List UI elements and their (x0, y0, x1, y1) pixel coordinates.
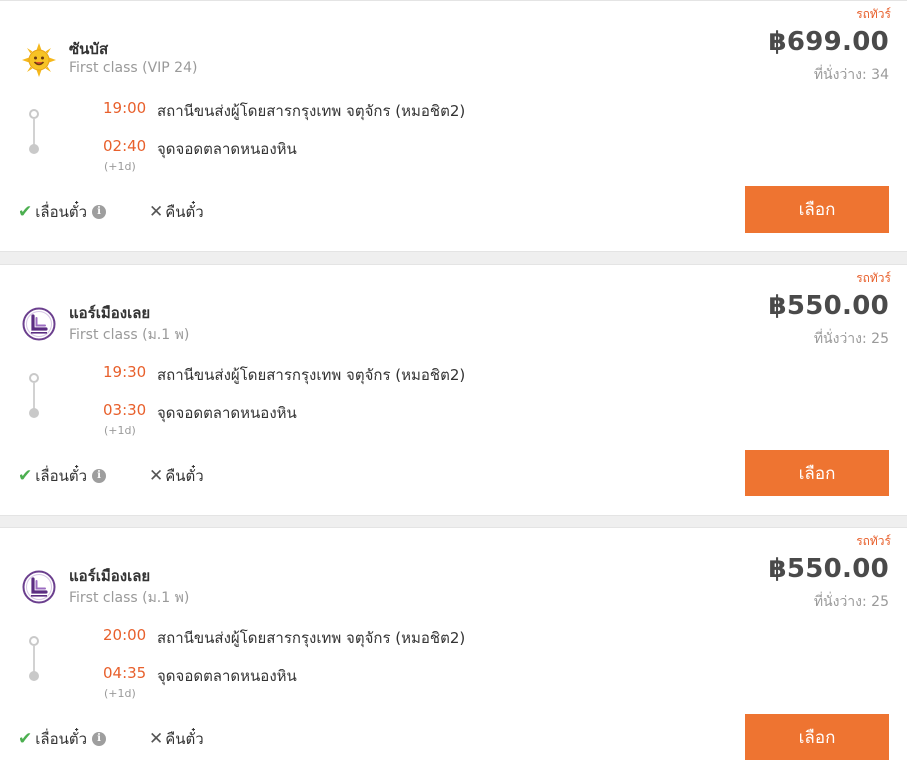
select-button[interactable]: เลือก (745, 714, 889, 760)
trip-type-tag: รถทัวร์ (856, 271, 891, 285)
sun-logo-icon (22, 43, 56, 77)
cross-icon: ✕ (149, 202, 164, 222)
departure-place: สถานีขนส่งผู้โดยสารกรุงเทพ จตุจักร (หมอช… (157, 102, 466, 120)
bus-class: First class (ม.1 พ) (69, 590, 190, 606)
refund-ticket-option: ✕ คืนตั๋ว (149, 200, 204, 224)
arrival-place: จุดจอดตลาดหนองหิน (157, 140, 297, 158)
bus-class: First class (ม.1 พ) (69, 327, 190, 343)
change-ticket-option: ✔ เลื่อนตั๋ว i (18, 200, 106, 224)
seats-available: ที่นั่งว่าง: 25 (813, 331, 889, 347)
route-line (33, 646, 35, 674)
route-line (33, 119, 35, 147)
refund-ticket-option: ✕ คืนตั๋ว (149, 727, 204, 751)
bus-class: First class (VIP 24) (69, 60, 198, 76)
arrival-time: 02:40 (103, 137, 147, 155)
route-timeline (29, 373, 39, 418)
change-ticket-option: ✔ เลื่อนตั๋ว i (18, 727, 106, 751)
change-ticket-label: เลื่อนตั๋ว (35, 730, 87, 748)
arrival-place: จุดจอดตลาดหนองหิน (157, 667, 297, 685)
change-ticket-option: ✔ เลื่อนตั๋ว i (18, 464, 106, 488)
next-day-note: (+1d) (104, 160, 136, 173)
check-icon: ✔ (18, 729, 33, 749)
info-icon[interactable]: i (92, 205, 106, 219)
change-ticket-label: เลื่อนตั๋ว (35, 203, 87, 221)
operator-name: ซันบัส (69, 40, 109, 58)
select-button[interactable]: เลือก (745, 450, 889, 496)
next-day-note: (+1d) (104, 687, 136, 700)
operator-name: แอร์เมืองเลย (69, 567, 151, 585)
air-muang-loei-logo-icon (22, 570, 56, 604)
info-icon[interactable]: i (92, 732, 106, 746)
ticket-price: ฿550.00 (768, 291, 889, 321)
ticket-price: ฿699.00 (768, 27, 889, 57)
arrival-time: 04:35 (103, 664, 147, 682)
refund-ticket-label: คืนตั๋ว (165, 203, 204, 221)
trip-list: รถทัวร์ ซันบัส First class (VIP 24) ฿699… (0, 0, 907, 773)
route-timeline (29, 636, 39, 681)
cross-icon: ✕ (149, 729, 164, 749)
trip-card: รถทัวร์ ซันบัส First class (VIP 24) ฿699… (0, 0, 907, 252)
departure-time: 20:00 (103, 626, 147, 644)
arrival-place: จุดจอดตลาดหนองหิน (157, 404, 297, 422)
trip-type-tag: รถทัวร์ (856, 7, 891, 21)
departure-time: 19:00 (103, 99, 147, 117)
trip-card: รถทัวร์ แอร์เมืองเลย First class (ม.1 พ)… (0, 527, 907, 773)
refund-ticket-label: คืนตั๋ว (165, 730, 204, 748)
route-line (33, 383, 35, 411)
next-day-note: (+1d) (104, 424, 136, 437)
refund-ticket-label: คืนตั๋ว (165, 467, 204, 485)
trip-type-tag: รถทัวร์ (856, 534, 891, 548)
route-timeline (29, 109, 39, 154)
check-icon: ✔ (18, 466, 33, 486)
air-muang-loei-logo-icon (22, 307, 56, 341)
seats-available: ที่นั่งว่าง: 25 (813, 594, 889, 610)
refund-ticket-option: ✕ คืนตั๋ว (149, 464, 204, 488)
info-icon[interactable]: i (92, 469, 106, 483)
arrival-time: 03:30 (103, 401, 147, 419)
cross-icon: ✕ (149, 466, 164, 486)
departure-time: 19:30 (103, 363, 147, 381)
departure-dot (29, 109, 39, 119)
arrival-dot (29, 408, 39, 418)
departure-place: สถานีขนส่งผู้โดยสารกรุงเทพ จตุจักร (หมอช… (157, 629, 466, 647)
trip-card: รถทัวร์ แอร์เมืองเลย First class (ม.1 พ)… (0, 264, 907, 516)
arrival-dot (29, 671, 39, 681)
select-button[interactable]: เลือก (745, 186, 889, 233)
departure-place: สถานีขนส่งผู้โดยสารกรุงเทพ จตุจักร (หมอช… (157, 366, 466, 384)
operator-name: แอร์เมืองเลย (69, 304, 151, 322)
check-icon: ✔ (18, 202, 33, 222)
departure-dot (29, 373, 39, 383)
departure-dot (29, 636, 39, 646)
seats-available: ที่นั่งว่าง: 34 (813, 67, 889, 83)
ticket-price: ฿550.00 (768, 554, 889, 584)
arrival-dot (29, 144, 39, 154)
change-ticket-label: เลื่อนตั๋ว (35, 467, 87, 485)
